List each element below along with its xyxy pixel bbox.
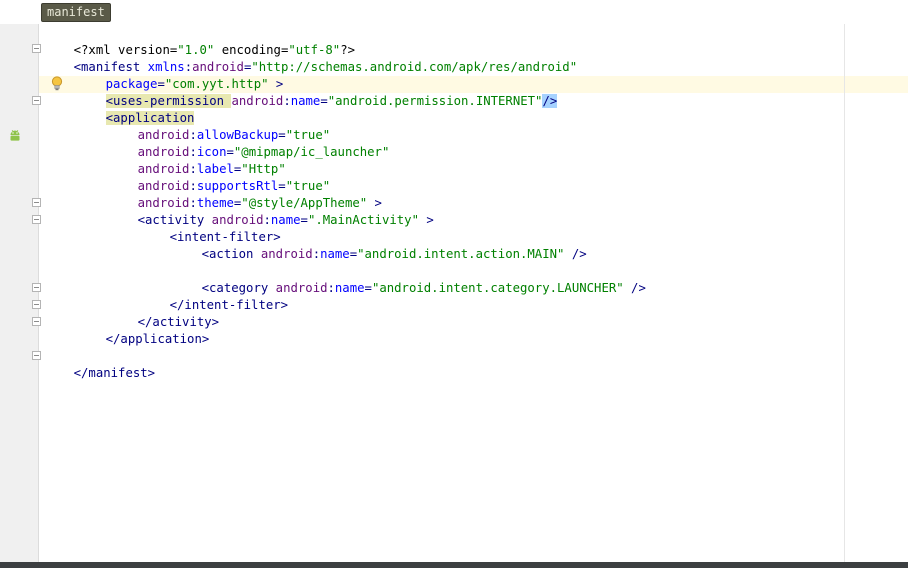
tag-application-end: </application>: [105, 332, 210, 346]
breadcrumb-manifest[interactable]: manifest: [41, 3, 111, 22]
code-line-15: <category android:name="android.intent.c…: [172, 263, 908, 295]
code-line-1: <?xml version="1.0" encoding="utf-8"?>: [44, 25, 908, 57]
ns-android: android: [260, 247, 313, 261]
tag-manifest-end: </manifest>: [73, 366, 156, 380]
xml-editor[interactable]: <?xml version="1.0" encoding="utf-8"?> <…: [39, 24, 908, 562]
code-line-6: android:allowBackup="true": [108, 110, 908, 142]
value-action-main: "android.intent.action.MAIN": [357, 247, 565, 261]
code-line-2: <manifest xmlns:android="http://schemas.…: [44, 42, 908, 74]
equals: =: [349, 247, 358, 261]
code-line-5: <application: [76, 93, 908, 125]
android-icon[interactable]: [8, 128, 22, 142]
code-line-12: <intent-filter>: [140, 212, 908, 244]
colon: :: [312, 247, 321, 261]
code-line-9: android:supportsRtl="true": [108, 161, 908, 193]
right-margin-guide: [844, 24, 845, 562]
code-line-18: </application>: [76, 314, 908, 346]
code-line-11: <activity android:name=".MainActivity" >: [108, 195, 908, 227]
code-line-3: package="com.yyt.http" >: [76, 59, 908, 91]
code-line-4: <uses-permission android:name="android.p…: [76, 76, 908, 108]
code-line-10: android:theme="@style/AppTheme" >: [108, 178, 908, 210]
code-line-8: android:label="Http": [108, 144, 908, 176]
code-line-16: </intent-filter>: [140, 280, 908, 312]
breadcrumb-bar: manifest: [0, 0, 908, 24]
code-line-20: </manifest>: [44, 348, 908, 380]
tag-selfclose: />: [564, 247, 587, 261]
code-line-17: </activity>: [108, 297, 908, 329]
attr-name: name: [320, 247, 350, 261]
tag-action: <action: [201, 247, 261, 261]
status-bar-edge: [0, 562, 908, 568]
code-line-13: <action android:name="android.intent.act…: [172, 229, 908, 261]
code-line-7: android:icon="@mipmap/ic_launcher": [108, 127, 908, 159]
